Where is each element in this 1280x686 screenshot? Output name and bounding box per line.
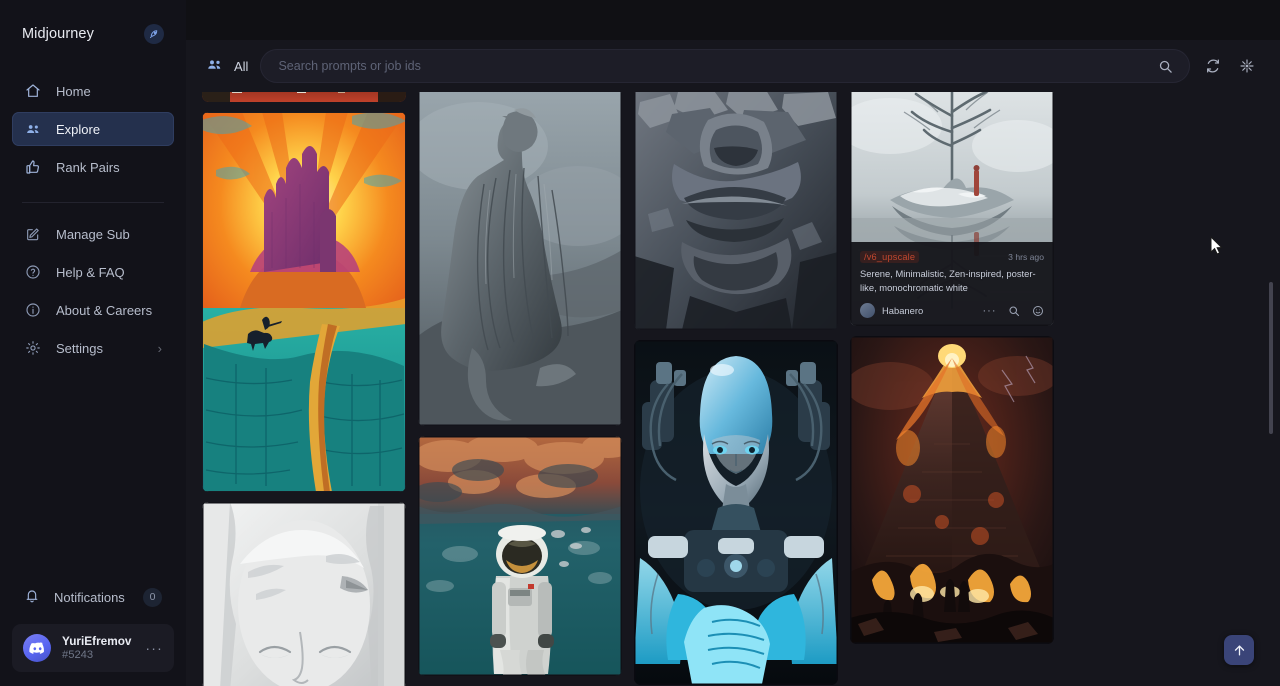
sidebar-item-label: About & Careers xyxy=(56,303,152,318)
search-icon[interactable] xyxy=(1154,55,1176,77)
user-tag: #5243 xyxy=(62,648,132,662)
gear-icon xyxy=(24,339,42,357)
card-zen-island-tree[interactable]: /v6_upscale 3 hrs ago Serene, Minimalist… xyxy=(850,86,1054,326)
thumbs-up-icon xyxy=(24,158,42,176)
card-white-stone-face[interactable] xyxy=(202,502,406,686)
gallery-column-4: /v6_upscale 3 hrs ago Serene, Minimalist… xyxy=(850,86,1054,686)
filter-all-label: All xyxy=(234,59,248,74)
sidebar-item-label: Explore xyxy=(56,122,100,137)
gallery-column-2 xyxy=(418,86,622,686)
sidebar-item-label: Home xyxy=(56,84,91,99)
main-content: All xyxy=(186,0,1280,686)
gallery-column-3 xyxy=(634,86,838,686)
gallery-column-1 xyxy=(202,86,406,686)
sidebar-item-rank-pairs[interactable]: Rank Pairs xyxy=(12,150,174,184)
discord-avatar xyxy=(23,634,51,662)
question-circle-icon xyxy=(24,263,42,281)
nav-secondary: Manage Sub Help & FAQ About & Careers xyxy=(12,217,174,369)
home-icon xyxy=(24,82,42,100)
brand-row: Midjourney xyxy=(12,0,174,68)
chevron-right-icon: › xyxy=(158,341,162,356)
notifications-label: Notifications xyxy=(54,590,125,605)
people-group-icon xyxy=(206,56,224,77)
card-underwater-astronaut[interactable] xyxy=(418,436,622,676)
author-name[interactable]: Habanero xyxy=(882,305,923,316)
emoji-react-icon[interactable] xyxy=(1031,304,1044,317)
user-profile-card[interactable]: YuriEfremov #5243 ··· xyxy=(12,624,174,672)
sidebar-item-label: Help & FAQ xyxy=(56,265,125,280)
job-prompt-text: Serene, Minimalistic, Zen-inspired, post… xyxy=(860,267,1044,294)
sidebar-item-about-careers[interactable]: About & Careers xyxy=(12,293,174,327)
sidebar-item-home[interactable]: Home xyxy=(12,74,174,108)
more-options-icon[interactable]: ··· xyxy=(983,304,996,317)
midjourney-app: Midjourney Home xyxy=(0,0,1280,686)
sidebar-divider xyxy=(22,202,164,203)
sidebar-item-label: Settings xyxy=(56,341,103,356)
sidebar: Midjourney Home xyxy=(0,0,186,686)
sidebar-item-settings[interactable]: Settings › xyxy=(12,331,174,365)
image-gallery: /v6_upscale 3 hrs ago Serene, Minimalist… xyxy=(186,86,1280,686)
app-title: Midjourney xyxy=(22,26,94,42)
sparkle-icon[interactable] xyxy=(1236,55,1258,77)
bell-icon xyxy=(24,588,40,607)
vertical-scrollbar[interactable] xyxy=(1269,282,1273,434)
sidebar-spacer xyxy=(12,369,174,580)
user-name: YuriEfremov xyxy=(62,634,132,649)
scroll-to-top-button[interactable] xyxy=(1224,635,1254,665)
filter-all-button[interactable]: All xyxy=(202,56,248,77)
explore-people-icon xyxy=(24,120,42,138)
notifications-count-badge: 0 xyxy=(143,588,162,607)
nav-primary: Home Explore xyxy=(12,74,174,188)
overlay-footer-row: Habanero ··· xyxy=(860,303,1044,318)
window-top-strip xyxy=(186,0,1280,40)
refresh-icon[interactable] xyxy=(1202,55,1224,77)
sidebar-item-label: Manage Sub xyxy=(56,227,130,242)
author-avatar xyxy=(860,303,875,318)
sidebar-item-manage-sub[interactable]: Manage Sub xyxy=(12,217,174,251)
card-info-overlay: /v6_upscale 3 hrs ago Serene, Minimalist… xyxy=(850,242,1054,326)
user-more-options-icon[interactable]: ··· xyxy=(145,640,163,656)
edit-square-icon xyxy=(24,225,42,243)
sidebar-item-help-faq[interactable]: Help & FAQ xyxy=(12,255,174,289)
search-bar[interactable] xyxy=(260,49,1190,83)
job-timestamp: 3 hrs ago xyxy=(1008,251,1044,262)
card-burning-pyramid[interactable] xyxy=(850,336,1054,644)
card-stone-face-relief[interactable] xyxy=(634,86,838,330)
card-cloaked-figure[interactable] xyxy=(418,86,622,426)
sidebar-item-explore[interactable]: Explore xyxy=(12,112,174,146)
info-circle-icon xyxy=(24,301,42,319)
overlay-top-row: /v6_upscale 3 hrs ago xyxy=(860,251,1044,263)
topbar: All xyxy=(186,40,1280,92)
card-cyborg-woman[interactable] xyxy=(634,340,838,685)
job-mode-tag[interactable]: /v6_upscale xyxy=(860,251,919,263)
zoom-search-icon[interactable] xyxy=(1007,304,1020,317)
user-meta: YuriEfremov #5243 xyxy=(62,634,132,663)
search-input[interactable] xyxy=(278,59,1144,73)
card-desert-castle-sunset[interactable] xyxy=(202,112,406,492)
overlay-actions: ··· xyxy=(983,304,1044,317)
rocket-icon[interactable] xyxy=(144,24,164,44)
notifications-row[interactable]: Notifications 0 xyxy=(12,580,174,614)
sidebar-item-label: Rank Pairs xyxy=(56,160,120,175)
gallery-columns: /v6_upscale 3 hrs ago Serene, Minimalist… xyxy=(202,86,1160,686)
